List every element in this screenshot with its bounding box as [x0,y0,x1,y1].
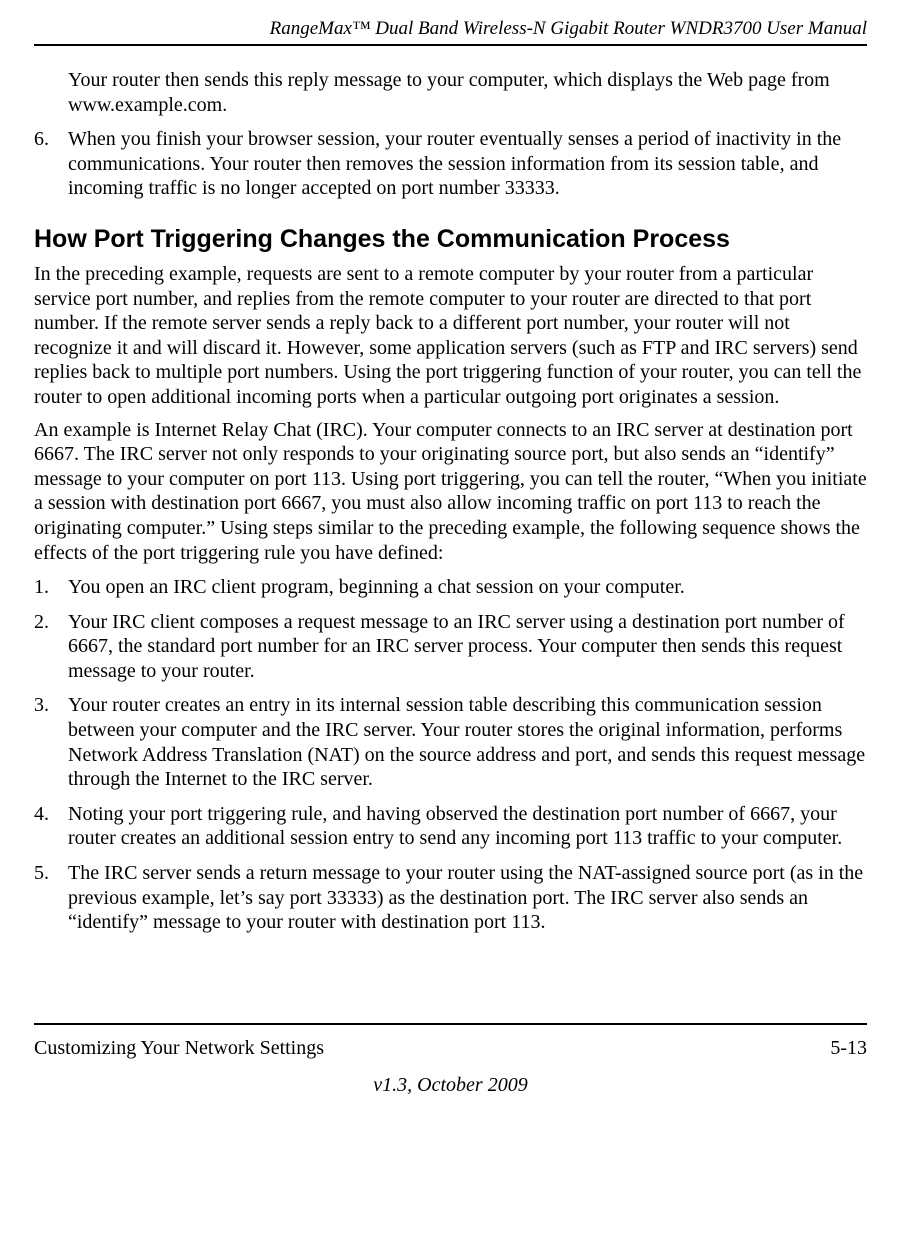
list-item-6: 6. When you finish your browser session,… [34,127,867,201]
footer-left: Customizing Your Network Settings [34,1037,324,1060]
list-body: When you finish your browser session, yo… [68,127,867,201]
section-heading: How Port Triggering Changes the Communic… [34,225,867,254]
list-body: Noting your port triggering rule, and ha… [68,802,867,851]
list-body: Your router creates an entry in its inte… [68,693,867,791]
running-header: RangeMax™ Dual Band Wireless-N Gigabit R… [34,18,867,44]
step-5: 5. The IRC server sends a return message… [34,861,867,935]
step-1: 1. You open an IRC client program, begin… [34,575,867,600]
list-number: 2. [34,610,68,684]
list-body: The IRC server sends a return message to… [68,861,867,935]
footer-rule [34,1023,867,1025]
list-number: 1. [34,575,68,600]
paragraph-1: In the preceding example, requests are s… [34,262,867,410]
page-number: 5-13 [830,1037,867,1060]
footer-version: v1.3, October 2009 [34,1074,867,1097]
list-number: 6. [34,127,68,201]
step-2: 2. Your IRC client composes a request me… [34,610,867,684]
list-number: 3. [34,693,68,791]
paragraph-2: An example is Internet Relay Chat (IRC).… [34,418,867,566]
list-number: 5. [34,861,68,935]
step-3: 3. Your router creates an entry in its i… [34,693,867,791]
list-number: 4. [34,802,68,851]
step-4: 4. Noting your port triggering rule, and… [34,802,867,851]
continuation-paragraph: Your router then sends this reply messag… [68,68,867,117]
header-rule [34,44,867,46]
page: RangeMax™ Dual Band Wireless-N Gigabit R… [0,0,901,1246]
list-body: Your IRC client composes a request messa… [68,610,867,684]
list-body: You open an IRC client program, beginnin… [68,575,867,600]
footer-line: Customizing Your Network Settings 5-13 [34,1037,867,1060]
